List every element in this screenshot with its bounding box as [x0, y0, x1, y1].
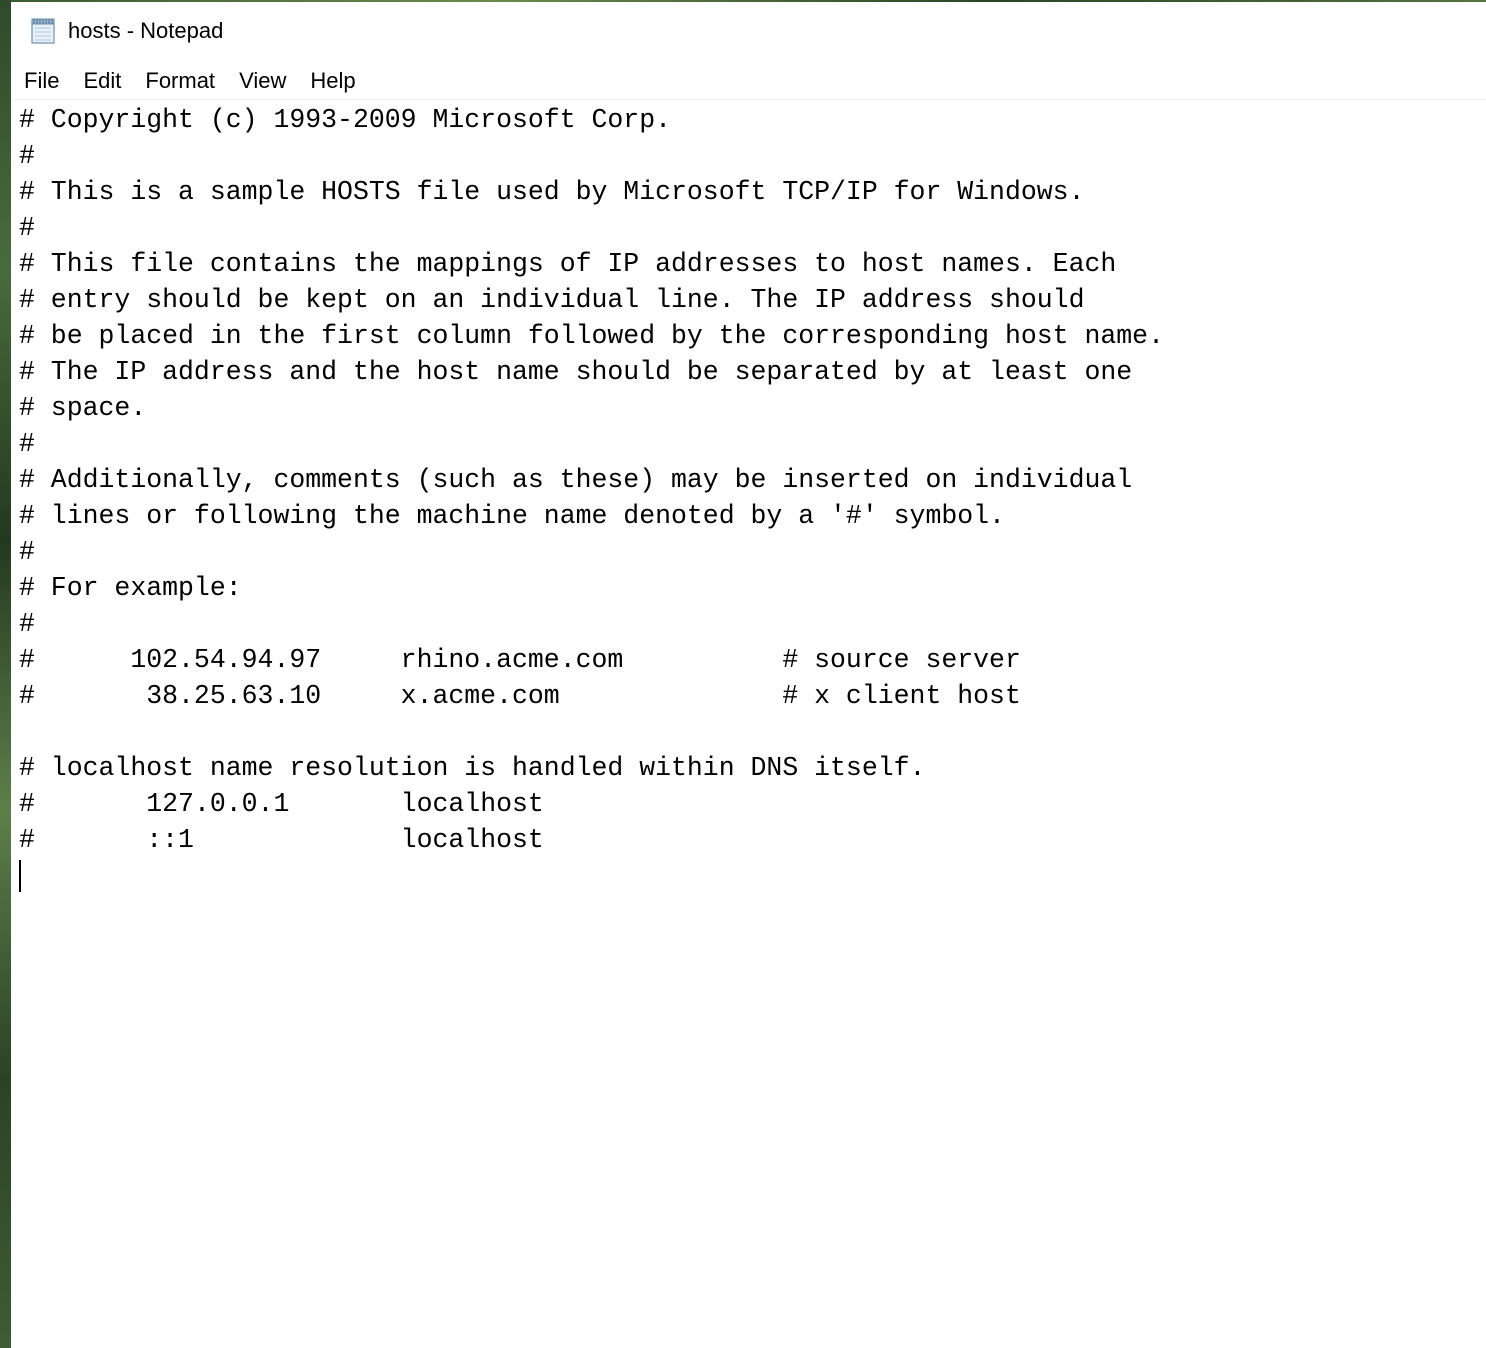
menu-format[interactable]: Format: [133, 62, 227, 100]
text-caret: [19, 860, 21, 892]
window-title: hosts - Notepad: [68, 18, 224, 43]
notepad-icon: [29, 17, 57, 45]
menu-help[interactable]: Help: [298, 62, 367, 100]
menu-edit[interactable]: Edit: [71, 62, 133, 100]
menu-view[interactable]: View: [227, 62, 298, 100]
menu-bar: File Edit Format View Help: [11, 62, 1486, 100]
desktop-background-edge: [0, 0, 11, 1348]
editor-content[interactable]: # Copyright (c) 1993-2009 Microsoft Corp…: [19, 102, 1164, 858]
notepad-window: hosts - Notepad File Edit Format View He…: [11, 2, 1486, 1348]
title-bar[interactable]: hosts - Notepad: [11, 2, 1486, 60]
text-editor[interactable]: # Copyright (c) 1993-2009 Microsoft Corp…: [11, 100, 1486, 1348]
menu-file[interactable]: File: [11, 62, 71, 100]
